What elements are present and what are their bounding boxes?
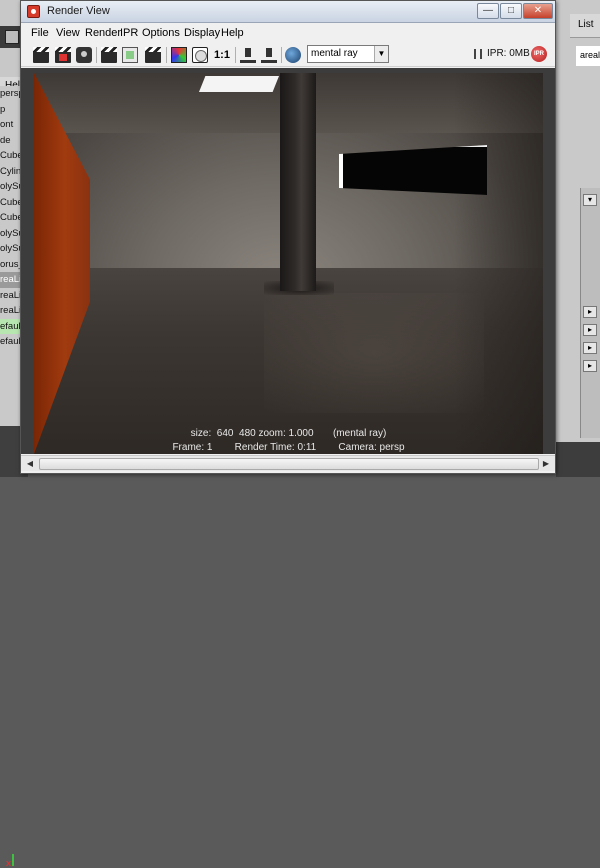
expand-arrow-icon[interactable]: ▸: [583, 306, 597, 318]
menu-ipr[interactable]: IPR: [120, 27, 138, 39]
render-toolbar: 1:1 mental ray ▼ IPR: 0MB IPR: [21, 43, 555, 67]
render-pillar: [280, 73, 316, 291]
pause-ipr-icon[interactable]: [474, 49, 482, 59]
background-right-bottom: [556, 442, 600, 477]
scrollbar-thumb[interactable]: [39, 458, 539, 470]
remove-image-icon[interactable]: [261, 47, 277, 63]
render-settings-icon[interactable]: [285, 47, 301, 63]
alpha-channel-icon[interactable]: [192, 47, 208, 63]
render-floor-light: [264, 293, 484, 413]
ipr-memory-status: IPR: 0MB: [487, 48, 530, 59]
render-viewport[interactable]: size: 640 480 zoom: 1.000 (mental ray) F…: [21, 68, 555, 454]
redo-render-icon[interactable]: [33, 47, 49, 63]
expand-arrow-icon[interactable]: ▾: [583, 194, 597, 206]
render-view-window: Render View — □ ✕ File View Render IPR O…: [20, 0, 556, 474]
background-tool-icon[interactable]: [5, 30, 19, 44]
toolbar-separator: [281, 47, 282, 63]
render-skylight: [199, 76, 279, 92]
window-titlebar[interactable]: Render View — □ ✕: [21, 1, 555, 23]
menu-display[interactable]: Display: [184, 27, 220, 39]
list-panel-header[interactable]: List: [570, 14, 600, 38]
chevron-down-icon[interactable]: ▼: [374, 46, 388, 62]
rgb-channels-icon[interactable]: [171, 47, 187, 63]
horizontal-scrollbar[interactable]: ◀ ▶: [21, 455, 555, 471]
menu-help[interactable]: Help: [221, 27, 244, 39]
minimize-button[interactable]: —: [477, 3, 499, 19]
toolbar-separator: [96, 47, 97, 63]
render-view-app-icon: [27, 5, 40, 18]
scroll-right-icon[interactable]: ▶: [539, 458, 553, 470]
menu-bar: File View Render IPR Options Display Hel…: [21, 24, 555, 43]
expand-arrow-icon[interactable]: ▸: [583, 324, 597, 336]
menu-options[interactable]: Options: [142, 27, 180, 39]
axis-x-label: x: [6, 858, 12, 868]
maximize-button[interactable]: □: [500, 3, 522, 19]
scroll-left-icon[interactable]: ◀: [23, 458, 37, 470]
render-region-icon[interactable]: [55, 47, 71, 63]
attribute-scroll-column: ▾ ▸ ▸ ▸ ▸: [580, 188, 600, 438]
expand-arrow-icon[interactable]: ▸: [583, 342, 597, 354]
renderer-select-value: mental ray: [311, 48, 358, 59]
render-info-frame: Frame: 1 Render Time: 0:11 Camera: persp: [172, 442, 405, 453]
keep-image-icon[interactable]: [240, 47, 256, 63]
real-size-button[interactable]: 1:1: [212, 47, 232, 63]
rendered-image: size: 640 480 zoom: 1.000 (mental ray) F…: [34, 73, 543, 454]
axis-y-indicator: [12, 854, 14, 866]
window-title: Render View: [47, 5, 110, 17]
close-button[interactable]: ✕: [523, 3, 553, 19]
render-right-wall: [454, 73, 543, 454]
refresh-ipr-icon[interactable]: [122, 47, 138, 63]
snapshot-icon[interactable]: [76, 47, 92, 63]
expand-arrow-icon[interactable]: ▸: [583, 360, 597, 372]
menu-render[interactable]: Render: [85, 27, 121, 39]
ipr-render-icon[interactable]: [101, 47, 117, 63]
toolbar-separator: [166, 47, 167, 63]
renderer-select[interactable]: mental ray ▼: [307, 45, 389, 63]
toolbar-separator: [235, 47, 236, 63]
menu-view[interactable]: View: [56, 27, 80, 39]
ipr-badge-icon[interactable]: IPR: [531, 46, 547, 62]
menu-file[interactable]: File: [31, 27, 49, 39]
render-sequence-icon[interactable]: [145, 47, 161, 63]
list-panel-item[interactable]: areal: [576, 46, 600, 66]
render-info-size: size: 640 480 zoom: 1.000 (mental ray): [190, 428, 387, 439]
